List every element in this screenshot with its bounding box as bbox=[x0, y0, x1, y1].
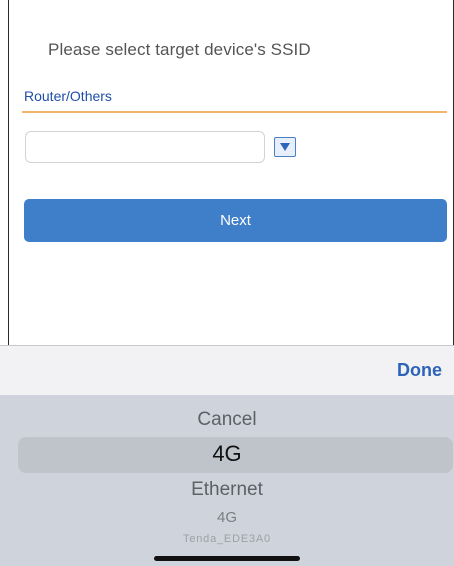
picker-option[interactable]: 4G bbox=[0, 509, 454, 526]
picker-option[interactable]: Tenda_EDE3A0 bbox=[0, 533, 454, 545]
done-button[interactable]: Done bbox=[397, 360, 442, 381]
next-button[interactable]: Next bbox=[24, 199, 447, 242]
triangle-down-icon bbox=[280, 143, 290, 151]
home-indicator[interactable] bbox=[154, 556, 300, 561]
page-title: Please select target device's SSID bbox=[48, 40, 311, 59]
picker-option[interactable]: Ethernet bbox=[0, 479, 454, 501]
picker-toolbar: Done bbox=[0, 345, 454, 395]
section-divider bbox=[22, 111, 447, 113]
ssid-selection-screen: Please select target device's SSID Route… bbox=[0, 0, 454, 566]
dropdown-button[interactable] bbox=[274, 137, 296, 157]
ssid-input[interactable] bbox=[25, 131, 265, 163]
picker-option[interactable]: Cancel bbox=[0, 409, 454, 431]
section-label: Router/Others bbox=[24, 88, 112, 104]
picker-option-selected[interactable]: 4G bbox=[0, 441, 454, 467]
